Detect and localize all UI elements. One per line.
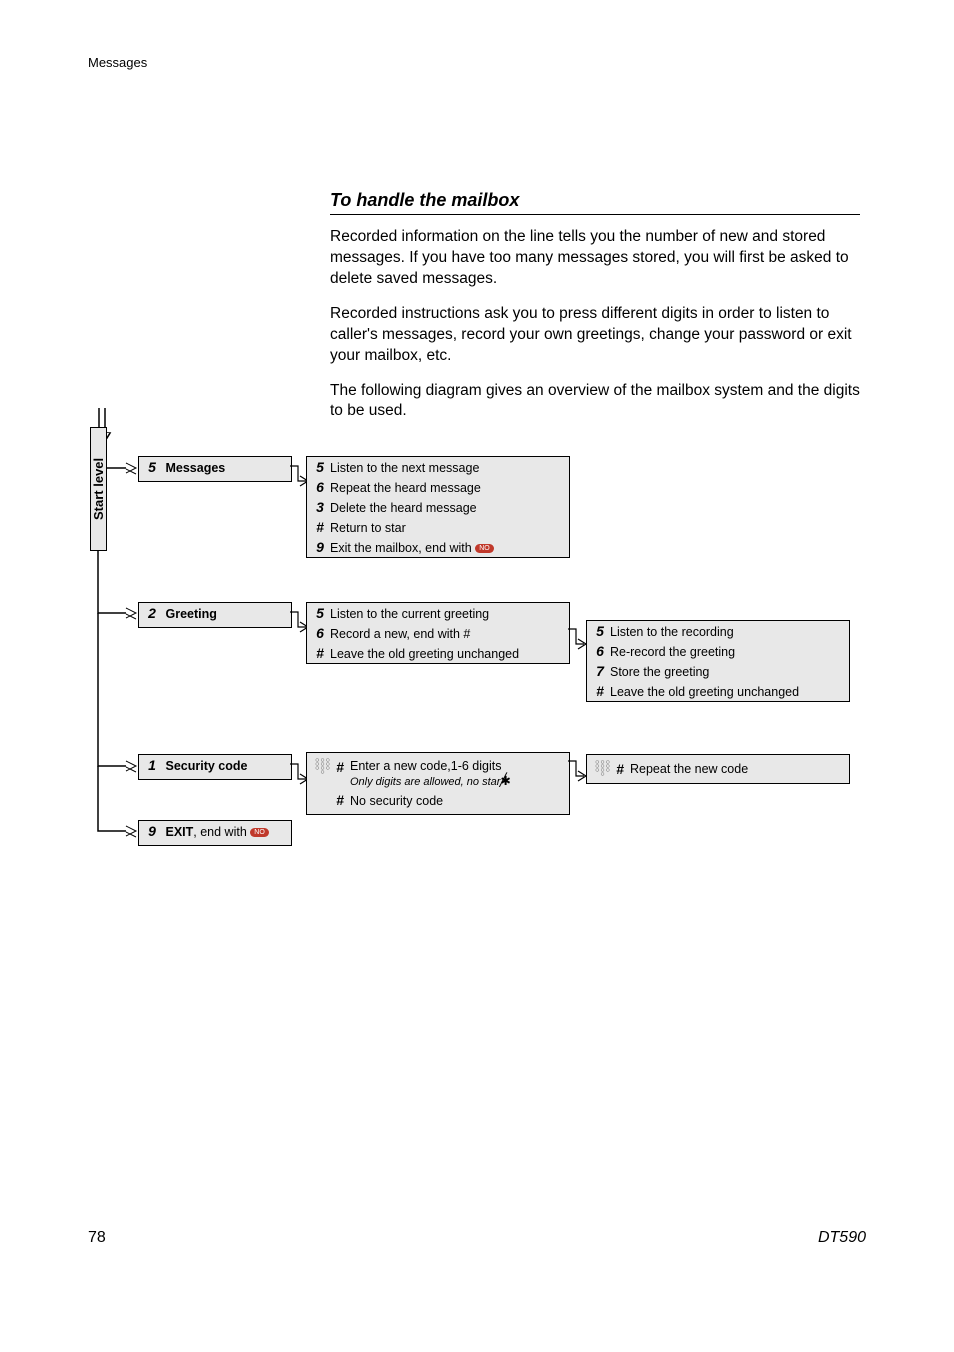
- main-content: To handle the mailbox Recorded informati…: [330, 190, 860, 436]
- menu-exit: 9 EXIT, end with NO: [138, 820, 292, 846]
- sec-opt2-text: No security code: [347, 794, 443, 808]
- keypad-icon: ○○○○○○○○○○: [593, 761, 613, 777]
- mailbox-diagram: Start level 5 Messages 5Listen to the ne…: [88, 408, 868, 858]
- page-number: 78: [88, 1229, 106, 1247]
- greet-opt2-key: 6: [313, 625, 327, 641]
- greetsub-opt2-text: Re-record the greeting: [607, 645, 735, 659]
- msg-opt4-text: Return to star: [327, 521, 406, 535]
- menu-exit-key: 9: [145, 823, 159, 839]
- msg-opt3-key: 3: [313, 499, 327, 515]
- arrow-security-sub: [568, 758, 588, 786]
- sec-opt1-text: Enter a new code,1-6 digits: [350, 759, 501, 773]
- greet-opt1-key: 5: [313, 605, 327, 621]
- greetsub-opt3-text: Store the greeting: [607, 665, 709, 679]
- msg-opt2-key: 6: [313, 479, 327, 495]
- menu-security: 1 Security code: [138, 754, 292, 780]
- greetsub-opt3-key: 7: [593, 663, 607, 679]
- messages-options: 5Listen to the next message 6Repeat the …: [306, 456, 570, 558]
- star-crossed-icon: ✱╱: [500, 774, 510, 788]
- arrow-greeting-sub: [568, 626, 588, 654]
- greet-opt3-key: #: [313, 645, 327, 661]
- menu-messages-key: 5: [145, 459, 159, 475]
- menu-security-key: 1: [145, 757, 159, 773]
- greetsub-opt4-text: Leave the old greeting unchanged: [607, 685, 799, 699]
- secsub-opt1-text: Repeat the new code: [627, 762, 748, 776]
- msg-opt4-key: #: [313, 519, 327, 535]
- menu-greeting-label: Greeting: [162, 607, 216, 621]
- menu-security-label: Security code: [162, 759, 247, 773]
- security-options: ○○○○○○○○○○ # Enter a new code,1-6 digits…: [306, 752, 570, 815]
- greetsub-opt1-key: 5: [593, 623, 607, 639]
- no-pill-icon: NO: [475, 544, 494, 553]
- no-pill-icon: NO: [250, 828, 269, 837]
- secsub-opt1-key: #: [613, 761, 627, 777]
- msg-opt1-key: 5: [313, 459, 327, 475]
- greetsub-opt4-key: #: [593, 683, 607, 699]
- menu-greeting-key: 2: [145, 605, 159, 621]
- greetsub-opt2-key: 6: [593, 643, 607, 659]
- greet-opt1-text: Listen to the current greeting: [327, 607, 489, 621]
- menu-exit-label: EXIT: [162, 825, 193, 839]
- greetsub-opt1-text: Listen to the recording: [607, 625, 734, 639]
- start-level-label: Start level: [90, 427, 107, 551]
- sec-opt1-sub: Only digits are allowed, no star: [350, 776, 500, 788]
- paragraph-1: Recorded information on the line tells y…: [330, 227, 860, 290]
- greet-opt3-text: Leave the old greeting unchanged: [327, 647, 519, 661]
- msg-opt5-text: Exit the mailbox, end with: [327, 541, 472, 555]
- msg-opt1-text: Listen to the next message: [327, 461, 479, 475]
- sec-opt2-key: #: [333, 792, 347, 808]
- msg-opt3-text: Delete the heard message: [327, 501, 477, 515]
- security-sub-options: ○○○○○○○○○○ # Repeat the new code: [586, 754, 850, 784]
- paragraph-2: Recorded instructions ask you to press d…: [330, 304, 860, 367]
- msg-opt5-key: 9: [313, 539, 327, 555]
- menu-messages-label: Messages: [162, 461, 225, 475]
- keypad-icon: ○○○○○○○○○○: [313, 759, 333, 775]
- msg-opt2-text: Repeat the heard message: [327, 481, 481, 495]
- model-label: DT590: [818, 1229, 866, 1247]
- sec-opt1-key: #: [333, 759, 347, 775]
- menu-greeting: 2 Greeting: [138, 602, 292, 628]
- subtitle: To handle the mailbox: [330, 190, 860, 215]
- greeting-options: 5Listen to the current greeting 6Record …: [306, 602, 570, 664]
- menu-exit-suffix: , end with: [193, 825, 247, 839]
- menu-messages: 5 Messages: [138, 456, 292, 482]
- header-section: Messages: [88, 55, 147, 70]
- greeting-sub-options: 5Listen to the recording 6Re-record the …: [586, 620, 850, 702]
- greet-opt2-text: Record a new, end with #: [327, 627, 470, 641]
